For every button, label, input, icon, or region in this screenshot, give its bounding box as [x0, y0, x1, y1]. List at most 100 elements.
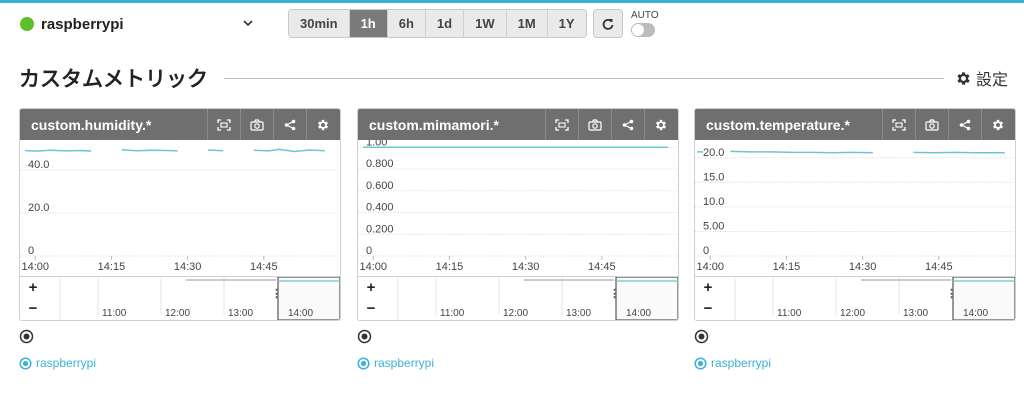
range-1m-button[interactable]: 1M: [506, 10, 548, 37]
panel-title[interactable]: custom.humidity.*: [31, 117, 151, 133]
zoom-out-button[interactable]: −: [701, 301, 715, 316]
graph-panel-humidity: custom.humidity.* 0 20.0 40.0 14:00 14:15 14:…: [19, 108, 341, 321]
panel-header: custom.humidity.*: [20, 109, 340, 140]
zoom-in-button[interactable]: +: [26, 280, 40, 295]
refresh-button[interactable]: [593, 9, 623, 38]
auto-refresh-toggle[interactable]: [631, 23, 655, 37]
overview-navigator[interactable]: 11:0012:0013:0014:00⋮14:00 + −: [358, 276, 678, 320]
share-button[interactable]: [273, 109, 305, 140]
share-button[interactable]: [948, 109, 980, 140]
share-button[interactable]: [611, 109, 643, 140]
gear-icon: [317, 119, 328, 130]
y-tick-label: 0: [366, 245, 372, 257]
legend-item-raspberrypi[interactable]: raspberrypi: [19, 356, 96, 370]
y-tick-label: 0: [703, 245, 709, 257]
zoom-in-button[interactable]: +: [701, 280, 715, 295]
fullscreen-button[interactable]: [545, 109, 577, 140]
radio-icon: [19, 356, 32, 370]
overview-navigator[interactable]: 11:0012:0013:0014:00⋮14:00 + −: [20, 276, 340, 320]
overview-tick-label: 13:00: [566, 308, 591, 319]
status-dot-icon: [20, 17, 34, 31]
panel-title[interactable]: custom.mimamori.*: [369, 117, 499, 133]
series-line: [25, 149, 92, 152]
legend-label: raspberrypi: [374, 356, 435, 370]
fullscreen-icon: [891, 118, 906, 131]
overview-left-handle: ⋮: [271, 288, 282, 300]
graph-panel-temperature: custom.temperature.* 0 5.00 10.0 15.0 20.0 14…: [694, 108, 1016, 321]
overview-tick-label: 11:00: [777, 308, 802, 319]
y-tick-label: 0.800: [366, 158, 394, 170]
fullscreen-icon: [216, 118, 231, 131]
x-tick-label: 14:00: [696, 261, 724, 273]
range-6h-button[interactable]: 6h: [387, 10, 426, 37]
overview-chart: 11:0012:0013:0014:00⋮14:00: [734, 277, 1015, 320]
panel-header: custom.temperature.*: [695, 109, 1015, 140]
zoom-in-button[interactable]: +: [364, 280, 378, 295]
overview-tick-label: 12:00: [840, 308, 865, 319]
line-chart[interactable]: 0 20.0 40.0 14:00 14:15 14:30 14:45: [20, 140, 340, 276]
legend-toggle-all-icon[interactable]: [19, 329, 34, 344]
overview-left-handle: ⋮: [609, 288, 620, 300]
x-tick-label: 14:15: [773, 261, 801, 273]
overview-tick-label: 13:00: [228, 308, 253, 319]
legend-toggle-all-icon[interactable]: [694, 329, 709, 344]
line-chart[interactable]: 0 5.00 10.0 15.0 20.0 14:00 14:15 14:30 14:45: [695, 140, 1015, 276]
range-1y-button[interactable]: 1Y: [547, 10, 586, 37]
zoom-out-button[interactable]: −: [364, 301, 378, 316]
refresh-icon: [602, 18, 614, 30]
top-accent-bar: [0, 0, 1024, 3]
settings-label: 設定: [976, 72, 1009, 89]
legend-item-raspberrypi[interactable]: raspberrypi: [357, 356, 434, 370]
x-tick-label: 14:00: [359, 261, 387, 273]
host-selector[interactable]: raspberrypi: [20, 12, 260, 36]
x-tick-label: 14:45: [925, 261, 953, 273]
overview-navigator[interactable]: 11:0012:0013:0014:00⋮14:00 + −: [695, 276, 1015, 320]
overview-tick-label: 12:00: [503, 308, 528, 319]
share-icon: [959, 119, 970, 130]
overview-selected-label: 14:00: [288, 308, 313, 319]
radio-icon: [357, 356, 370, 370]
y-tick-label: 20.0: [28, 202, 49, 214]
snapshot-button[interactable]: [240, 109, 272, 140]
range-1h-button[interactable]: 1h: [349, 10, 388, 37]
y-tick-label: 40.0: [28, 159, 49, 171]
x-tick-label: 14:00: [21, 261, 49, 273]
range-1w-button[interactable]: 1W: [464, 10, 507, 37]
graph-settings-button[interactable]: [981, 109, 1013, 140]
camera-icon: [587, 118, 602, 131]
overview-tick-label: 11:00: [440, 308, 465, 319]
graph-settings-button[interactable]: [306, 109, 338, 140]
snapshot-button[interactable]: [578, 109, 610, 140]
snapshot-button[interactable]: [915, 109, 947, 140]
legend-label: raspberrypi: [36, 356, 97, 370]
x-tick-label: 14:45: [250, 261, 278, 273]
overview-tick-label: 11:00: [102, 308, 127, 319]
x-tick-label: 14:45: [588, 261, 616, 273]
share-icon: [284, 119, 295, 130]
page-title: カスタムメトリック: [19, 68, 208, 91]
fullscreen-button[interactable]: [882, 109, 914, 140]
y-tick-label: 10.0: [703, 196, 724, 208]
settings-button[interactable]: 設定: [955, 66, 1008, 90]
y-tick-label: 0.200: [366, 223, 394, 235]
range-1d-button[interactable]: 1d: [425, 10, 465, 37]
time-range-group: 30min 1h 6h 1d 1W 1M 1Y: [288, 9, 587, 38]
gear-icon: [655, 119, 666, 130]
series-line: [207, 149, 224, 152]
legend-toggle-all-icon[interactable]: [357, 329, 372, 344]
range-30min-button[interactable]: 30min: [289, 10, 350, 37]
panel-header: custom.mimamori.*: [358, 109, 678, 140]
radio-icon: [694, 356, 707, 370]
legend-item-raspberrypi[interactable]: raspberrypi: [694, 356, 771, 370]
panel-title[interactable]: custom.temperature.*: [706, 117, 850, 133]
gear-icon: [992, 119, 1003, 130]
zoom-out-button[interactable]: −: [26, 301, 40, 316]
share-icon: [622, 119, 633, 130]
y-tick-label: 15.0: [703, 171, 724, 183]
line-chart[interactable]: 00.2000.4000.6000.8001.0014:00 14:15 14:30…: [358, 140, 678, 276]
fullscreen-button[interactable]: [207, 109, 239, 140]
legend-label: raspberrypi: [711, 356, 772, 370]
x-tick-label: 14:30: [174, 261, 202, 273]
graph-settings-button[interactable]: [644, 109, 676, 140]
x-tick-label: 14:30: [512, 261, 540, 273]
